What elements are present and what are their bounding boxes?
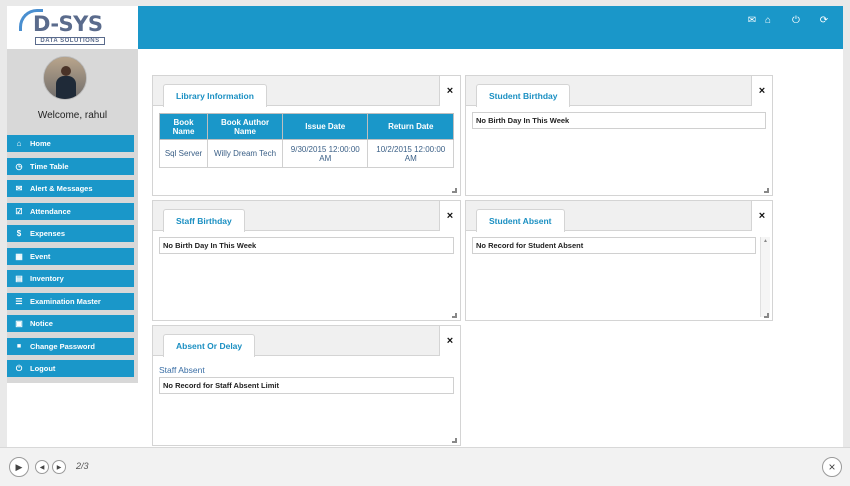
- welcome-text: Welcome, rahul: [37, 110, 108, 121]
- column-header: Issue Date: [281, 113, 369, 140]
- scrollbar[interactable]: ▲: [760, 237, 770, 317]
- power-icon[interactable]: ⏻: [790, 14, 802, 26]
- sidebar-item-label: Alert & Messages: [30, 184, 93, 193]
- widget-student-absent: Student Absent × No Record for Student A…: [465, 200, 773, 321]
- column-header: Return Date: [367, 113, 454, 140]
- calendar-icon: ▦: [15, 251, 23, 261]
- sidebar-item-alert-messages[interactable]: ✉ Alert & Messages: [7, 180, 134, 197]
- widget-title: Library Information: [163, 84, 267, 107]
- table-cell: 10/2/2015 12:00:00 AM: [367, 139, 454, 168]
- previous-icon[interactable]: ◀: [35, 460, 49, 474]
- table-row: Sql Server Willy Dream Tech 9/30/2015 12…: [158, 139, 454, 168]
- play-icon[interactable]: ▶: [9, 457, 29, 477]
- app-frame: D-SYS DATA SOLUTIONS ✉ ⌂ ⏻ ⟳ Welcome, ra…: [7, 6, 843, 447]
- sidebar-item-label: Logout: [30, 364, 56, 373]
- resize-grip-icon[interactable]: [452, 438, 457, 443]
- sidebar-item-inventory[interactable]: ▤ Inventory: [7, 270, 134, 287]
- home-icon[interactable]: ⌂: [762, 14, 774, 26]
- widget-staff-birthday: Staff Birthday × No Birth Day In This We…: [152, 200, 461, 321]
- widget-title: Absent Or Delay: [163, 334, 256, 357]
- empty-message: No Record for Student Absent: [472, 237, 756, 254]
- sidebar: Welcome, rahul ⌂ Home ◷ Time Table ✉ Alert …: [7, 49, 138, 383]
- dollar-icon: $: [16, 229, 22, 238]
- column-header: Book Author Name: [207, 113, 283, 140]
- sidebar-item-event[interactable]: ▦ Event: [7, 247, 134, 265]
- close-icon[interactable]: ×: [751, 201, 772, 231]
- table-cell: Sql Server: [158, 139, 209, 168]
- sidebar-item-label: Change Password: [30, 341, 96, 351]
- sidebar-item-label: Examination Master: [30, 296, 101, 306]
- logo-tagline: DATA SOLUTIONS: [35, 37, 105, 45]
- checkbox-icon: ☑: [15, 206, 23, 216]
- empty-message: No Birth Day In This Week: [472, 112, 766, 129]
- logo: D-SYS DATA SOLUTIONS: [7, 6, 138, 49]
- resize-grip-icon[interactable]: [764, 313, 769, 318]
- sidebar-item-label: Time Table: [30, 161, 69, 171]
- table-cell: Willy Dream Tech: [207, 139, 283, 168]
- widget-library-information: Library Information × Book Name Book Aut…: [152, 75, 461, 196]
- sidebar-item-expenses[interactable]: $ Expenses: [7, 225, 134, 242]
- slide-player-bar: ▶ ◀ ▶ 2/3 ×: [0, 447, 850, 486]
- widget-title: Student Birthday: [476, 84, 571, 107]
- avatar: [43, 56, 87, 100]
- table-cell: 9/30/2015 12:00:00 AM: [281, 139, 369, 168]
- sidebar-item-home[interactable]: ⌂ Home: [7, 135, 134, 152]
- close-icon[interactable]: ×: [751, 76, 772, 106]
- sidebar-item-logout[interactable]: ⏻ Logout: [7, 360, 134, 377]
- sidebar-item-change-password[interactable]: ■ Change Password: [7, 337, 134, 355]
- sidebar-nav: ⌂ Home ◷ Time Table ✉ Alert & Messages ☑ Att…: [7, 135, 134, 383]
- section-label: Staff Absent: [159, 365, 205, 375]
- notice-icon: ▣: [15, 319, 23, 328]
- home-icon: ⌂: [16, 139, 22, 148]
- sidebar-item-notice[interactable]: ▣ Notice: [7, 315, 134, 332]
- next-icon[interactable]: ▶: [52, 460, 66, 474]
- sidebar-item-examination-master[interactable]: ☰ Examination Master: [7, 292, 134, 310]
- grid-icon: ▤: [15, 274, 23, 283]
- envelope-icon: ✉: [15, 184, 23, 193]
- sidebar-item-label: Notice: [30, 319, 53, 328]
- close-icon[interactable]: ×: [439, 326, 460, 356]
- page-counter: 2/3: [76, 461, 89, 471]
- sidebar-item-label: Event: [30, 251, 51, 261]
- mail-icon[interactable]: ✉: [746, 14, 758, 26]
- sidebar-item-label: Expenses: [30, 229, 66, 238]
- close-icon[interactable]: ×: [822, 457, 842, 477]
- resize-grip-icon[interactable]: [452, 313, 457, 318]
- refresh-icon[interactable]: ⟳: [818, 14, 830, 26]
- close-icon[interactable]: ×: [439, 76, 460, 106]
- resize-grip-icon[interactable]: [764, 188, 769, 193]
- close-icon[interactable]: ×: [439, 201, 460, 231]
- widget-title: Staff Birthday: [163, 209, 245, 232]
- top-header: ✉ ⌂ ⏻ ⟳: [138, 6, 843, 49]
- library-table: Book Name Book Author Name Issue Date Re…: [158, 113, 454, 168]
- logo-text: D-SYS: [33, 12, 103, 36]
- widget-absent-or-delay: Absent Or Delay × Staff Absent No Record…: [152, 325, 461, 446]
- list-icon: ☰: [15, 296, 23, 306]
- sidebar-item-label: Home: [30, 139, 51, 148]
- widget-student-birthday: Student Birthday × No Birth Day In This …: [465, 75, 773, 196]
- sidebar-item-time-table[interactable]: ◷ Time Table: [7, 157, 134, 175]
- lock-icon: ■: [16, 342, 22, 350]
- power-icon: ⏻: [15, 363, 23, 373]
- sidebar-item-label: Inventory: [30, 274, 64, 283]
- empty-message: No Birth Day In This Week: [159, 237, 454, 254]
- resize-grip-icon[interactable]: [452, 188, 457, 193]
- sidebar-item-attendance[interactable]: ☑ Attendance: [7, 202, 134, 220]
- clock-icon: ◷: [15, 161, 23, 171]
- widget-title: Student Absent: [476, 209, 565, 232]
- empty-message: No Record for Staff Absent Limit: [159, 377, 454, 394]
- sidebar-item-label: Attendance: [30, 206, 71, 216]
- column-header: Book Name: [158, 113, 209, 140]
